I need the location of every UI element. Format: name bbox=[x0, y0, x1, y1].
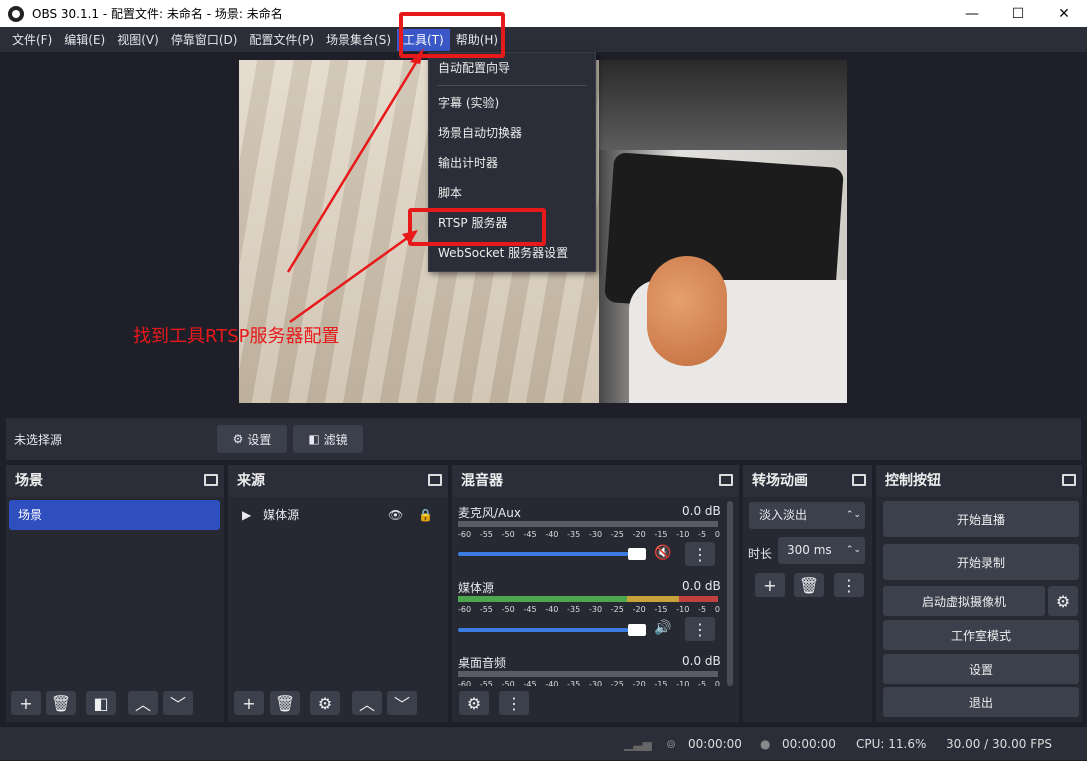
spin-icon: ⌃⌄ bbox=[845, 545, 861, 555]
source-settings-button[interactable]: ⚙ 设置 bbox=[217, 425, 287, 453]
meter-ticks: -60 -55 -50 -45 -40 -35 -30 -25 -20 -15 -10 -5 0 bbox=[458, 530, 720, 539]
source-filters-button[interactable]: ◧ 滤镜 bbox=[293, 425, 363, 453]
settings-button[interactable]: 设置 bbox=[883, 654, 1079, 684]
exit-button[interactable]: 退出 bbox=[883, 687, 1079, 717]
volume-meter bbox=[458, 521, 718, 527]
move-source-up-button[interactable]: ︿ bbox=[352, 691, 382, 715]
channel-name: 麦克风/Aux bbox=[458, 506, 521, 520]
source-properties-button[interactable]: ⚙ bbox=[310, 691, 340, 715]
filter-icon: ◧ bbox=[93, 693, 109, 713]
play-icon: ▶ bbox=[242, 508, 252, 522]
sources-dock: 来源 ▶ 媒体源 👁 🔒 + 🗑 ⚙ ︿ ﹀ bbox=[228, 465, 448, 722]
source-toolbar: 未选择源 ⚙ 设置 ◧ 滤镜 bbox=[6, 418, 1081, 460]
trash-icon: 🗑 bbox=[274, 693, 296, 713]
no-source-label: 未选择源 bbox=[14, 433, 63, 447]
channel-menu-button[interactable]: ⋮ bbox=[685, 617, 715, 641]
annotation-text: 找到工具RTSP服务器配置 bbox=[133, 326, 340, 347]
duration-label: 时长 bbox=[748, 547, 773, 561]
popout-icon[interactable] bbox=[719, 474, 733, 486]
scene-item[interactable]: 场景 bbox=[9, 500, 220, 530]
gears-icon: ⚙ bbox=[466, 693, 482, 713]
transition-menu-button[interactable]: ⋮ bbox=[834, 573, 864, 597]
gear-icon: ⚙ bbox=[232, 432, 244, 446]
trash-icon: 🗑 bbox=[798, 575, 820, 595]
source-item[interactable]: ▶ 媒体源 👁 🔒 bbox=[228, 501, 448, 529]
scenes-title: 场景 bbox=[15, 473, 43, 489]
remove-scene-button[interactable]: 🗑 bbox=[46, 691, 76, 715]
chevron-up-icon: ︿ bbox=[134, 695, 151, 714]
volume-slider[interactable] bbox=[458, 548, 646, 560]
popout-icon[interactable] bbox=[852, 474, 866, 486]
record-time: 00:00:00 bbox=[782, 737, 836, 751]
popout-icon[interactable] bbox=[1062, 474, 1076, 486]
add-transition-button[interactable]: + bbox=[755, 573, 785, 597]
transition-select[interactable]: 淡入淡出 ⌃⌄ bbox=[749, 502, 865, 529]
filter-icon: ◧ bbox=[308, 432, 320, 446]
mixer-title: 混音器 bbox=[461, 473, 503, 489]
channel-menu-button[interactable]: ⋮ bbox=[685, 542, 715, 566]
volume-meter bbox=[458, 671, 718, 677]
fps-readout: 30.00 / 30.00 FPS bbox=[946, 737, 1052, 751]
lock-icon[interactable]: 🔒 bbox=[418, 501, 433, 529]
stream-time: 00:00:00 bbox=[688, 737, 742, 751]
add-scene-button[interactable]: + bbox=[11, 691, 41, 715]
chevron-down-icon: ﹀ bbox=[169, 695, 186, 714]
move-scene-down-button[interactable]: ﹀ bbox=[163, 691, 193, 715]
mixer-dock: 混音器 麦克风/Aux 0.0 dB -60 -55 -50 -45 -40 -35 -30… bbox=[452, 465, 739, 722]
record-status-icon: ● bbox=[760, 737, 771, 751]
chevron-up-icon: ︿ bbox=[358, 695, 375, 714]
remove-source-button[interactable]: 🗑 bbox=[270, 691, 300, 715]
remove-transition-button[interactable]: 🗑 bbox=[794, 573, 824, 597]
status-bar: ▁▃▅ ⊚ 00:00:00 ● 00:00:00 CPU: 11.6% 30.… bbox=[0, 726, 1087, 760]
mixer-scrollbar[interactable] bbox=[727, 501, 733, 686]
start-virtual-cam-button[interactable]: 启动虚拟摄像机 bbox=[883, 586, 1045, 616]
spin-icon: ⌃⌄ bbox=[845, 510, 861, 520]
controls-title: 控制按钮 bbox=[885, 473, 941, 489]
move-source-down-button[interactable]: ﹀ bbox=[387, 691, 417, 715]
studio-mode-button[interactable]: 工作室模式 bbox=[883, 620, 1079, 650]
duration-input[interactable]: 300 ms ⌃⌄ bbox=[778, 537, 865, 564]
channel-db: 0.0 dB bbox=[682, 579, 721, 593]
channel-name: 桌面音频 bbox=[458, 656, 507, 670]
channel-db: 0.0 dB bbox=[682, 654, 721, 668]
controls-dock: 控制按钮 开始直播 开始录制 启动虚拟摄像机 ⚙ 工作室模式 设置 退出 bbox=[876, 465, 1082, 722]
sources-title: 来源 bbox=[237, 473, 265, 489]
meter-ticks: -60 -55 -50 -45 -40 -35 -30 -25 -20 -15 -10 -5 0 bbox=[458, 680, 720, 686]
start-stream-button[interactable]: 开始直播 bbox=[883, 501, 1079, 537]
mixer-menu-button[interactable]: ⋮ bbox=[499, 691, 529, 715]
chevron-down-icon: ﹀ bbox=[393, 695, 410, 714]
popout-icon[interactable] bbox=[428, 474, 442, 486]
mute-icon[interactable]: 🔇 bbox=[654, 545, 671, 561]
transitions-title: 转场动画 bbox=[752, 473, 808, 489]
channel-db: 0.0 dB bbox=[682, 504, 721, 518]
speaker-icon[interactable]: 🔊 bbox=[654, 620, 671, 636]
scene-filters-button[interactable]: ◧ bbox=[86, 691, 116, 715]
transitions-dock: 转场动画 淡入淡出 ⌃⌄ 时长 300 ms ⌃⌄ + 🗑 ⋮ bbox=[743, 465, 872, 722]
stream-status-icon: ⊚ bbox=[666, 737, 677, 751]
scenes-dock: 场景 场景 + 🗑 ◧ ︿ ﹀ bbox=[6, 465, 224, 722]
signal-icon: ▁▃▅ bbox=[624, 737, 652, 751]
cpu-usage: CPU: 11.6% bbox=[856, 737, 927, 751]
meter-ticks: -60 -55 -50 -45 -40 -35 -30 -25 -20 -15 -10 -5 0 bbox=[458, 605, 720, 614]
trash-icon: 🗑 bbox=[50, 693, 72, 713]
channel-name: 媒体源 bbox=[458, 581, 495, 595]
volume-meter bbox=[458, 596, 718, 602]
volume-slider[interactable] bbox=[458, 624, 646, 636]
advanced-audio-button[interactable]: ⚙ bbox=[459, 691, 489, 715]
gear-icon: ⚙ bbox=[1055, 591, 1071, 611]
eye-icon[interactable]: 👁 bbox=[388, 501, 403, 529]
start-record-button[interactable]: 开始录制 bbox=[883, 544, 1079, 580]
virtual-cam-settings-button[interactable]: ⚙ bbox=[1048, 586, 1078, 616]
move-scene-up-button[interactable]: ︿ bbox=[128, 691, 158, 715]
gear-icon: ⚙ bbox=[317, 693, 333, 713]
add-source-button[interactable]: + bbox=[234, 691, 264, 715]
popout-icon[interactable] bbox=[204, 474, 218, 486]
